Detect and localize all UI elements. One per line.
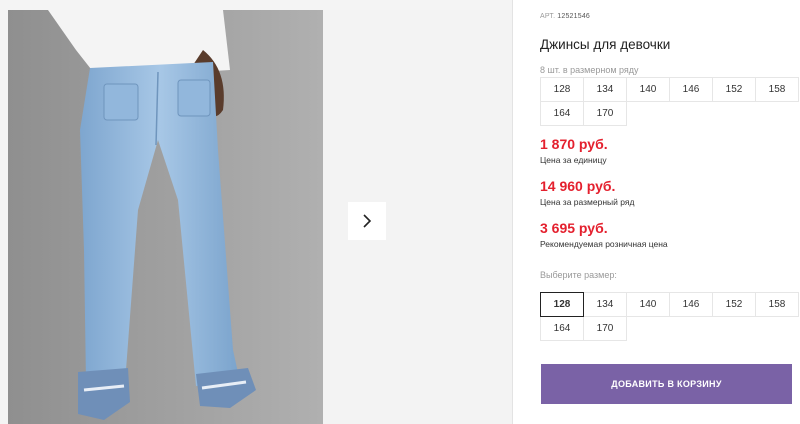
gallery-next-button[interactable] bbox=[348, 202, 386, 240]
article-number: АРТ. 12521546 bbox=[540, 13, 590, 20]
range-price-label: Цена за размерный ряд bbox=[540, 197, 635, 207]
retail-price-label: Рекомендуемая розничная цена bbox=[540, 239, 668, 249]
size-range-cell: 158 bbox=[755, 77, 799, 102]
size-range-caption: 8 шт. в размерном ряду bbox=[540, 65, 639, 75]
size-option[interactable]: 146 bbox=[669, 292, 713, 317]
choose-size-label: Выберите размер: bbox=[540, 270, 617, 280]
product-gallery bbox=[0, 0, 512, 424]
product-title: Джинсы для девочки bbox=[540, 37, 671, 52]
size-range-cell: 152 bbox=[712, 77, 756, 102]
size-option-selected[interactable]: 128 bbox=[540, 292, 584, 317]
size-option[interactable]: 170 bbox=[583, 316, 627, 341]
divider bbox=[512, 0, 513, 424]
unit-price-label: Цена за единицу bbox=[540, 155, 607, 165]
retail-price: 3 695 руб. bbox=[540, 220, 608, 236]
range-price: 14 960 руб. bbox=[540, 178, 616, 194]
size-range-cell: 170 bbox=[583, 101, 627, 126]
size-picker: 128 134 140 146 152 158 164 170 bbox=[540, 292, 799, 341]
chevron-right-icon bbox=[363, 214, 372, 228]
size-range-cell: 134 bbox=[583, 77, 627, 102]
size-range-cell: 128 bbox=[540, 77, 584, 102]
unit-price: 1 870 руб. bbox=[540, 136, 608, 152]
size-range-grid: 128 134 140 146 152 158 164 170 bbox=[540, 77, 799, 126]
size-option[interactable]: 164 bbox=[540, 316, 584, 341]
article-label: АРТ. bbox=[540, 13, 556, 20]
size-option[interactable]: 152 bbox=[712, 292, 756, 317]
size-option[interactable]: 158 bbox=[755, 292, 799, 317]
article-value: 12521546 bbox=[557, 13, 591, 20]
size-option[interactable]: 140 bbox=[626, 292, 670, 317]
jeans-photo-illustration bbox=[8, 10, 323, 424]
size-range-cell: 146 bbox=[669, 77, 713, 102]
product-photo[interactable] bbox=[8, 10, 323, 424]
add-to-cart-button[interactable]: ДОБАВИТЬ В КОРЗИНУ bbox=[541, 364, 792, 404]
size-range-cell: 140 bbox=[626, 77, 670, 102]
size-range-cell: 164 bbox=[540, 101, 584, 126]
size-option[interactable]: 134 bbox=[583, 292, 627, 317]
